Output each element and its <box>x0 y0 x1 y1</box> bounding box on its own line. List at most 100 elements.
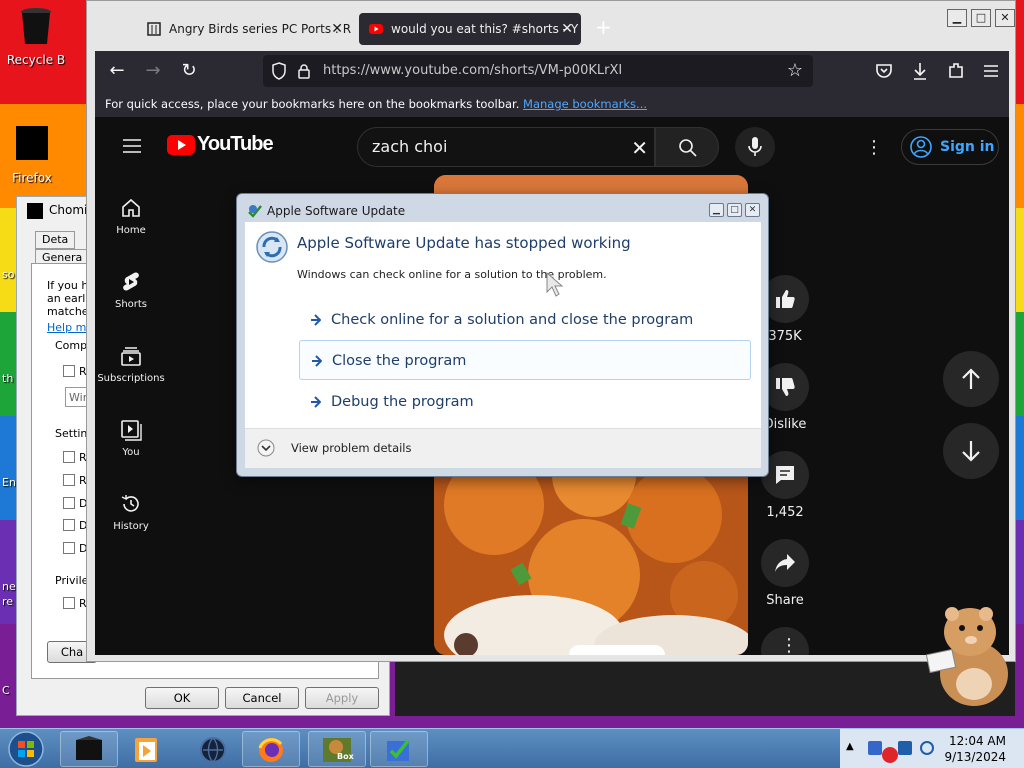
desktop-icon-label: Recycle B <box>6 53 66 67</box>
youtube-logo[interactable]: YouTube <box>167 133 274 158</box>
help-link[interactable]: Help m <box>47 321 86 334</box>
dialog-minimize-button[interactable]: ▁ <box>709 203 724 217</box>
ok-button[interactable]: OK <box>145 687 219 709</box>
volume-icon[interactable] <box>920 741 934 755</box>
setting-checkbox[interactable] <box>63 451 75 463</box>
chevron-down-circle-icon[interactable] <box>257 439 275 457</box>
arrow-down-icon <box>962 441 980 462</box>
more-options-icon[interactable]: ⋮ <box>865 137 883 158</box>
taskbar-item-app[interactable] <box>60 731 118 767</box>
desktop-edge-text: so <box>2 268 15 281</box>
clock[interactable]: 12:04 AM 9/13/2024 <box>944 733 1006 765</box>
desktop-icon-firefox[interactable]: Firefox <box>0 124 68 185</box>
option-label: Debug the program <box>331 394 474 410</box>
taskbar-item-checklist[interactable] <box>370 731 428 767</box>
thumbs-up-icon <box>776 290 795 308</box>
like-count: 375K <box>768 329 802 344</box>
system-tray: ▲ 12:04 AM 9/13/2024 <box>840 729 1024 768</box>
tray-app-icon[interactable] <box>868 741 882 755</box>
maximize-button[interactable]: □ <box>971 9 991 27</box>
setting-checkbox[interactable] <box>63 542 75 554</box>
search-button[interactable] <box>655 127 719 167</box>
sidebar-item-label: Shorts <box>114 299 148 310</box>
search-box[interactable]: ✕ <box>357 127 655 167</box>
more-actions-button[interactable]: ⋮ <box>761 627 809 655</box>
share-button[interactable]: Share <box>761 539 809 608</box>
setting-checkbox[interactable] <box>63 519 75 531</box>
close-program-option[interactable]: Close the program <box>299 340 751 380</box>
tab-angry-birds[interactable]: Angry Birds series PC Ports : Re ✕ <box>137 13 351 45</box>
check-online-option[interactable]: Check online for a solution and close th… <box>299 300 751 340</box>
debug-program-option[interactable]: Debug the program <box>299 382 751 422</box>
sidebar-item-subscriptions[interactable]: Subscriptions <box>95 345 167 384</box>
tab-title: would you eat this? #shorts - Y <box>391 22 579 36</box>
extensions-icon[interactable] <box>947 61 965 81</box>
previous-video-button[interactable] <box>943 351 999 407</box>
close-window-button[interactable]: ✕ <box>995 9 1015 27</box>
home-icon <box>122 198 140 217</box>
start-button-icon[interactable] <box>6 730 46 768</box>
tray-alert-icon[interactable] <box>882 747 898 763</box>
manage-bookmarks-link[interactable]: Manage bookmarks... <box>523 97 647 111</box>
error-dialog: Apple Software Update ▁ □ ✕ Apple Softwa… <box>236 193 769 477</box>
apply-button[interactable]: Apply <box>305 687 379 709</box>
taskbar-item-box-game[interactable]: Box <box>308 731 366 767</box>
setting-checkbox[interactable] <box>63 474 75 486</box>
voice-search-button[interactable] <box>735 127 775 167</box>
pocket-icon[interactable] <box>875 62 893 80</box>
recycle-bin-icon <box>21 8 51 44</box>
search-input[interactable] <box>372 137 612 156</box>
reload-button[interactable]: ↻ <box>177 59 201 83</box>
dialog-close-button[interactable]: ✕ <box>745 203 760 217</box>
bookmark-star-icon[interactable]: ☆ <box>787 60 803 81</box>
taskbar-item-globe[interactable] <box>184 731 242 767</box>
setting-checkbox[interactable] <box>63 497 75 509</box>
option-label: Check online for a solution and close th… <box>331 312 694 328</box>
sidebar-item-history[interactable]: History <box>95 493 167 532</box>
cancel-button[interactable]: Cancel <box>225 687 299 709</box>
close-tab-icon[interactable]: ✕ <box>561 13 573 45</box>
taskbar-item-media[interactable] <box>118 731 176 767</box>
youtube-tab-icon <box>369 24 383 34</box>
more-vertical-icon: ⋮ <box>780 635 798 655</box>
account-icon <box>910 136 932 158</box>
dialog-maximize-button[interactable]: □ <box>727 203 742 217</box>
forward-button[interactable]: → <box>141 59 165 83</box>
clear-search-icon[interactable]: ✕ <box>631 136 648 160</box>
minimize-button[interactable]: ▁ <box>947 9 967 27</box>
close-tab-icon[interactable]: ✕ <box>331 13 343 45</box>
menu-hamburger-icon[interactable] <box>983 63 999 79</box>
tab-details[interactable]: Deta <box>35 231 76 249</box>
box-game-label: Box <box>337 752 354 761</box>
hamster-mascot-image <box>925 607 1008 706</box>
tab-title: Angry Birds series PC Ports : Re <box>169 22 351 36</box>
tab-youtube-shorts[interactable]: would you eat this? #shorts - Y ✕ <box>359 13 581 45</box>
show-hidden-icons-icon[interactable]: ▲ <box>846 741 854 752</box>
firefox-desktop-icon <box>16 126 48 160</box>
guide-menu-icon[interactable] <box>123 139 141 153</box>
sidebar-item-home[interactable]: Home <box>95 197 167 236</box>
sign-in-button[interactable]: Sign in <box>901 129 999 165</box>
desktop-icon-recycle-bin[interactable]: Recycle B <box>0 6 72 67</box>
search-icon <box>679 139 697 157</box>
you-icon <box>121 420 142 441</box>
view-problem-details-link[interactable]: View problem details <box>291 441 412 455</box>
new-tab-button[interactable]: + <box>595 15 612 39</box>
desktop-edge-text: re <box>2 595 14 608</box>
next-video-button[interactable] <box>943 423 999 479</box>
option-label: Close the program <box>332 353 467 369</box>
privilege-checkbox[interactable] <box>63 597 75 609</box>
downloads-icon[interactable] <box>911 61 929 81</box>
error-dialog-title: Apple Software Update <box>267 204 406 218</box>
taskbar-item-firefox[interactable] <box>242 731 300 767</box>
back-button[interactable]: ← <box>105 59 129 83</box>
compat-checkbox[interactable] <box>63 365 75 377</box>
sidebar-item-shorts[interactable]: Shorts <box>95 271 167 310</box>
background-window-strip <box>395 662 1015 716</box>
sidebar-item-label: History <box>113 521 149 532</box>
tracking-shield-icon <box>272 62 286 80</box>
network-icon[interactable] <box>898 741 912 755</box>
url-bar[interactable]: https://www.youtube.com/shorts/VM-p00KLr… <box>263 55 813 87</box>
sidebar-item-you[interactable]: You <box>95 419 167 458</box>
error-headline: Apple Software Update has stopped workin… <box>297 234 631 252</box>
